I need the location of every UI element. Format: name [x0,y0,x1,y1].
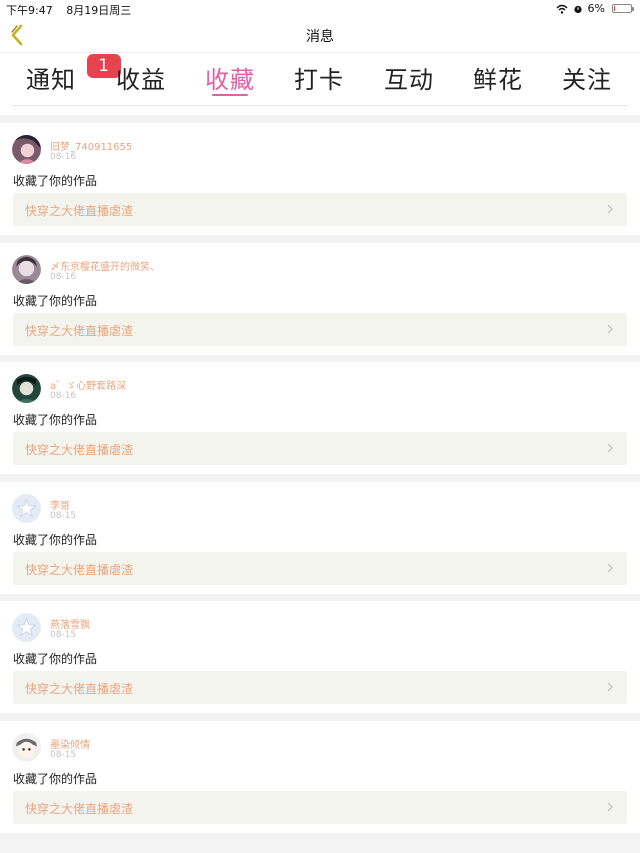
avatar[interactable] [12,135,41,164]
avatar[interactable] [12,493,41,523]
action-text: 收藏了你的作品 [13,532,98,547]
nav-bar: 消息 [0,17,640,53]
tab-favorites[interactable]: 收藏 [195,60,265,95]
status-time: 下午9:47 [6,4,53,17]
tab-follow[interactable]: 关注 [552,60,622,95]
alarm-icon [573,5,582,13]
username[interactable]: a゛ゞ心野套路深 [50,377,126,392]
work-title: 快穿之大佬直播虐渣 [25,323,134,338]
tab-earnings[interactable]: 收益 [106,60,176,95]
active-tab-indicator [212,94,248,96]
work-title: 快穿之大佬直播虐渣 [25,562,134,577]
action-text: 收藏了你的作品 [13,413,98,427]
list-item: 〆东京樱花盛开的微笑、 08-16 收藏了你的作品快穿之大佬直播虐渣 [0,242,640,355]
status-bar: 下午9:47 8月19日周三 6% [0,0,640,17]
tab-checkin[interactable]: 打卡 [284,60,354,95]
action-text: 收藏了你的作品 [13,293,98,308]
avatar[interactable] [12,254,41,284]
timestamp: 08-15 [50,749,77,760]
list-item: 旧梦_740911655 08-16 收藏了你的作品快穿之大佬直播虐渣 [0,123,640,235]
action-text: 收藏了你的作品 [13,652,98,666]
list-item: a゛ゞ心野套路深 08-16 收藏了你的作品快穿之大佬直播虐渣 [0,362,640,474]
battery-percent: 6% [587,2,605,15]
timestamp: 08-16 [50,271,77,282]
status-date: 8月19日周三 [66,4,132,17]
timestamp: 08-16 [50,391,77,401]
username[interactable]: 〆东京樱花盛开的微笑、 [50,258,160,273]
avatar[interactable] [12,374,41,403]
work-title: 快穿之大佬直播虐渣 [25,204,134,218]
username[interactable]: 旧梦_740911655 [50,138,132,153]
username[interactable]: 李哥 [50,497,70,512]
chevron-right-icon [607,204,613,214]
chevron-right-icon [607,324,613,333]
tab-notifications[interactable]: 通知 1 [16,54,121,95]
page-title: 消息 [306,29,334,45]
chevron-right-icon [607,563,613,572]
work-link[interactable]: 快穿之大佬直播虐渣 [13,551,627,585]
work-link[interactable]: 快穿之大佬直播虐渣 [13,671,627,704]
chevron-right-icon [607,802,613,811]
action-text: 收藏了你的作品 [13,771,98,786]
timestamp: 08-15 [50,510,77,521]
work-title: 快穿之大佬直播虐渣 [25,682,134,696]
avatar[interactable] [12,613,41,642]
work-link[interactable]: 快穿之大佬直播虐渣 [13,432,627,465]
battery-icon [612,4,634,13]
divider [12,105,628,106]
work-link[interactable]: 快穿之大佬直播虐渣 [13,312,627,346]
work-link[interactable]: 快穿之大佬直播虐渣 [13,193,627,226]
tab-label: 通知 [26,66,76,94]
list-item: 李哥 08-15 收藏了你的作品快穿之大佬直播虐渣 [0,481,640,594]
work-title: 快穿之大佬直播虐渣 [25,801,134,816]
username[interactable]: 燕落雪飘 [50,616,90,631]
action-text: 收藏了你的作品 [13,174,98,188]
chevron-right-icon [607,443,613,453]
chevron-right-icon [607,682,613,692]
list-item: 燕落雪飘 08-15 收藏了你的作品快穿之大佬直播虐渣 [0,601,640,713]
tab-flowers[interactable]: 鲜花 [463,60,533,95]
work-title: 快穿之大佬直播虐渣 [25,443,134,457]
category-tabs: 通知 1 收益 收藏 打卡 互动 鲜花 关注 [0,53,640,115]
list-item: 墨染倾情 08-15 收藏了你的作品快穿之大佬直播虐渣 [0,720,640,833]
work-link[interactable]: 快穿之大佬直播虐渣 [13,790,627,824]
timestamp: 08-16 [50,152,77,162]
timestamp: 08-15 [50,630,77,640]
wifi-icon [556,4,568,14]
tab-interaction[interactable]: 互动 [374,60,444,95]
username[interactable]: 墨染倾情 [50,736,90,751]
avatar[interactable] [12,732,41,762]
